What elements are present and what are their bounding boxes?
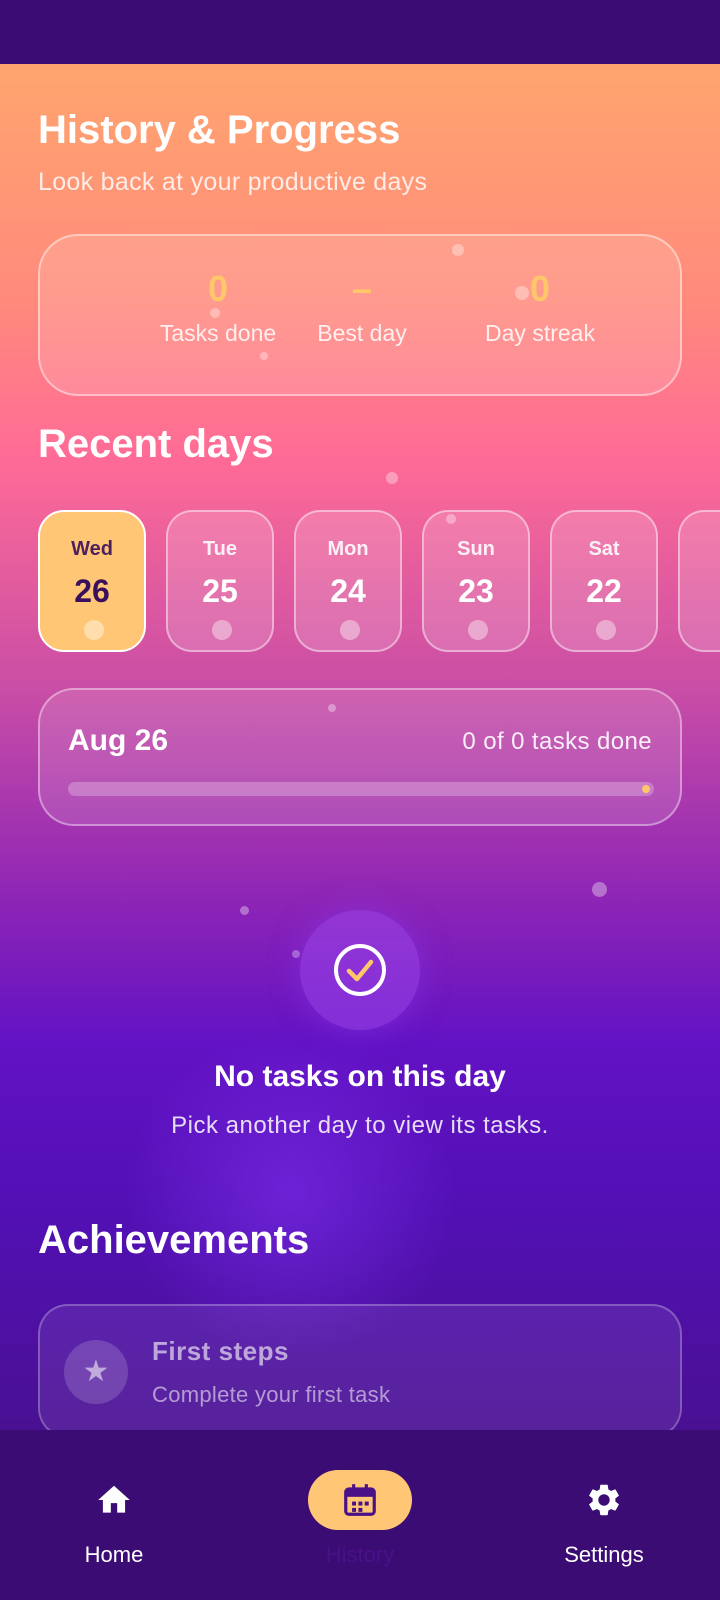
history-screen: History & Progress Look back at your pro… (0, 64, 720, 1464)
day-chip-mon[interactable]: Mon 24 (294, 510, 402, 652)
recent-days-title: Recent days (38, 422, 274, 466)
nav-label: Settings (564, 1542, 644, 1567)
decor-dot (240, 906, 249, 915)
day-chip-sun[interactable]: Sun 23 (422, 510, 530, 652)
stat-label: Day streak (485, 320, 595, 346)
achievements-title: Achievements (38, 1218, 310, 1262)
day-name: Sat (588, 538, 620, 560)
achievement-title: First steps (152, 1336, 289, 1366)
stat-best-day: – Best day (272, 268, 452, 347)
empty-state-subtitle: Pick another day to view its tasks. (171, 1112, 549, 1139)
decor-dot (292, 950, 300, 958)
day-indicator-dot (340, 620, 360, 640)
day-name: Sun (457, 538, 495, 560)
stat-value: – (351, 268, 373, 309)
status-bar (0, 0, 720, 64)
nav-label: Home (84, 1542, 144, 1567)
day-number: 25 (202, 573, 238, 609)
stat-label: Best day (317, 320, 407, 346)
nav-history[interactable]: History (280, 1470, 440, 1568)
stats-card: 0 Tasks done – Best day 0 Day streak (38, 234, 682, 396)
stat-value: 0 (529, 268, 551, 309)
day-indicator-dot (468, 620, 488, 640)
nav-label: History (325, 1542, 395, 1567)
check-circle-icon (300, 910, 420, 1030)
day-chip-wed[interactable]: Wed 26 (38, 510, 146, 652)
tasks-done-count: 0 of 0 tasks done (462, 728, 652, 755)
day-name: Tue (202, 538, 238, 560)
nav-home[interactable]: Home (34, 1470, 194, 1568)
recent-days-scroller[interactable]: Wed 26 Tue 25 Mon 24 Sun 23 Sat 22 (38, 510, 720, 652)
day-chip-partial[interactable] (678, 510, 720, 652)
achievement-card-first-steps[interactable]: ★ First steps Complete your first task (38, 1304, 682, 1438)
decor-dot (386, 472, 398, 484)
day-name: Mon (327, 538, 369, 560)
day-name: Wed (71, 538, 113, 560)
day-number: 22 (586, 573, 622, 609)
day-indicator-dot (84, 620, 104, 640)
selected-date: Aug 26 (68, 724, 169, 757)
day-progress-bar (68, 782, 654, 796)
star-icon: ★ (64, 1340, 128, 1404)
gear-icon (552, 1470, 656, 1530)
decor-dot (592, 882, 607, 897)
day-number: 24 (330, 573, 366, 609)
nav-settings[interactable]: Settings (524, 1470, 684, 1568)
day-summary-card: Aug 26 0 of 0 tasks done (38, 688, 682, 826)
stat-day-streak: 0 Day streak (450, 268, 630, 347)
calendar-icon (308, 1470, 412, 1530)
page-title: History & Progress (38, 108, 401, 152)
progress-end-dot (642, 785, 650, 793)
empty-state-title: No tasks on this day (214, 1060, 506, 1093)
day-indicator-dot (212, 620, 232, 640)
day-number: 23 (458, 573, 494, 609)
day-chip-tue[interactable]: Tue 25 (166, 510, 274, 652)
bottom-navigation: Home History Settings (0, 1430, 720, 1600)
achievement-description: Complete your first task (152, 1382, 391, 1407)
home-icon (62, 1470, 166, 1530)
day-number: 26 (74, 573, 110, 609)
day-indicator-dot (596, 620, 616, 640)
day-chip-sat[interactable]: Sat 22 (550, 510, 658, 652)
page-subtitle: Look back at your productive days (38, 168, 428, 196)
